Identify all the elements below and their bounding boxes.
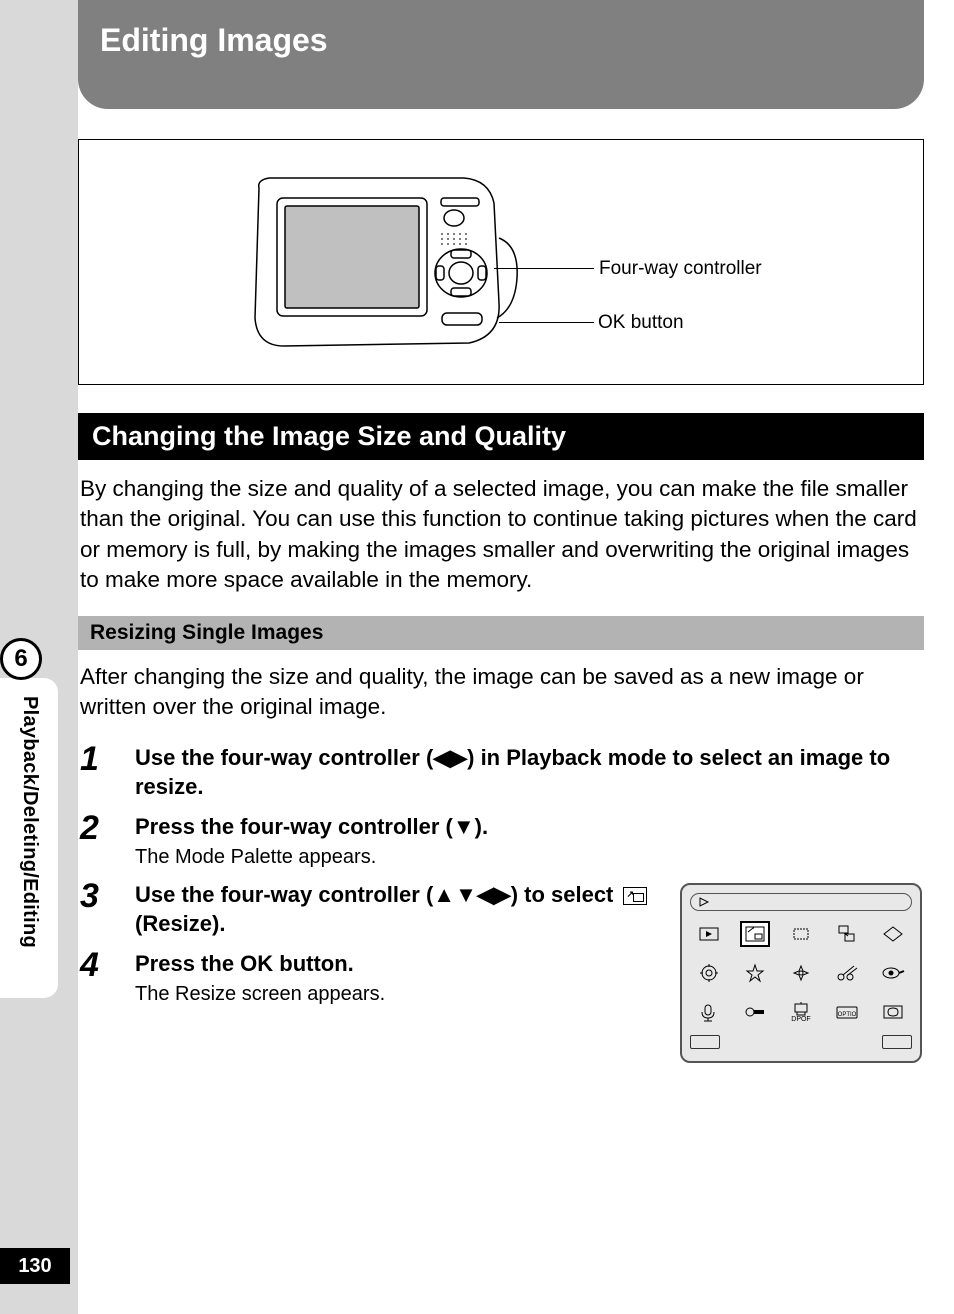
- left-arrow-icon: ◀: [477, 882, 494, 907]
- callout-fourway-controller: Four-way controller: [599, 258, 762, 280]
- right-arrow-icon: ▶: [494, 882, 511, 907]
- palette-voice-memo-icon: [694, 999, 724, 1025]
- page-number-box: 130: [0, 1248, 70, 1284]
- palette-startup-icon: OPTIO: [832, 999, 862, 1025]
- step-2-title: Press the four-way controller (▼).: [135, 813, 922, 842]
- palette-movie-edit-icon: [832, 960, 862, 986]
- step-number: 4: [80, 948, 135, 982]
- svg-text:OPTIO: OPTIO: [838, 1012, 857, 1018]
- palette-resize-icon-selected: [740, 921, 770, 947]
- palette-bottom-bar: [690, 1035, 912, 1049]
- camera-diagram-box: Four-way controller OK button: [78, 139, 924, 385]
- chapter-number: 6: [14, 645, 27, 673]
- palette-redeye-icon: [878, 960, 908, 986]
- step-3: 3 Use the four-way controller (▲▼◀▶) to …: [80, 879, 660, 938]
- up-arrow-icon: ▲: [433, 882, 455, 907]
- chapter-title-banner: Editing Images: [78, 0, 924, 109]
- down-arrow-icon: ▼: [455, 882, 477, 907]
- palette-trimming-icon: [786, 921, 816, 947]
- sub-heading: Resizing Single Images: [90, 621, 323, 644]
- palette-copy-icon: [832, 921, 862, 947]
- section-heading-bar: Changing the Image Size and Quality: [78, 413, 924, 460]
- palette-bottom-right-box: [882, 1035, 912, 1049]
- side-tab-label: Playback/Deleting/Editing: [18, 696, 41, 948]
- step-number: 2: [80, 811, 135, 845]
- intro-paragraph: By changing the size and quality of a se…: [78, 474, 924, 596]
- step-4-desc: The Resize screen appears.: [135, 983, 660, 1006]
- callout-line-ok: [499, 322, 594, 323]
- step-4: 4 Press the OK button. The Resize screen…: [80, 948, 660, 1006]
- palette-brightness-icon: [786, 960, 816, 986]
- step-number: 3: [80, 879, 135, 913]
- down-arrow-icon: ▼: [453, 814, 475, 839]
- dpof-label: DPOF: [791, 1016, 810, 1023]
- step-1-title: Use the four-way controller (◀▶) in Play…: [135, 744, 922, 801]
- step-1: 1 Use the four-way controller (◀▶) in Pl…: [80, 742, 922, 801]
- step-number: 1: [80, 742, 135, 776]
- steps-list: 1 Use the four-way controller (◀▶) in Pl…: [78, 742, 924, 1063]
- step-3-title: Use the four-way controller (▲▼◀▶) to se…: [135, 881, 660, 938]
- callout-line-fourway: [494, 268, 594, 269]
- page-number: 130: [18, 1255, 51, 1278]
- sub-heading-bar: Resizing Single Images: [78, 616, 924, 650]
- left-arrow-icon: ◀: [433, 745, 450, 770]
- palette-dpof-icon: DPOF: [786, 999, 816, 1025]
- sub-intro-paragraph: After changing the size and quality, the…: [78, 662, 924, 723]
- palette-filter-icon: [694, 960, 724, 986]
- playback-icon: [697, 896, 711, 908]
- right-arrow-icon: ▶: [450, 745, 467, 770]
- palette-star-icon: [740, 960, 770, 986]
- palette-top-bar: [690, 893, 912, 911]
- page-content: Editing Images: [78, 0, 924, 1314]
- palette-protect-icon: [740, 999, 770, 1025]
- section-heading: Changing the Image Size and Quality: [92, 421, 566, 451]
- palette-slideshow-icon: [694, 921, 724, 947]
- palette-frame-icon: [878, 999, 908, 1025]
- palette-icon-grid: DPOF OPTIO: [690, 917, 912, 1029]
- mode-palette-screen: DPOF OPTIO: [680, 883, 922, 1063]
- step-2: 2 Press the four-way controller (▼). The…: [80, 811, 922, 869]
- camera-illustration: [229, 158, 529, 368]
- chapter-title: Editing Images: [100, 22, 328, 58]
- step-4-title: Press the OK button.: [135, 950, 660, 979]
- chapter-number-badge: 6: [0, 638, 42, 680]
- step-2-desc: The Mode Palette appears.: [135, 846, 922, 869]
- resize-icon: ↗: [623, 887, 647, 905]
- callout-ok-button: OK button: [598, 312, 684, 334]
- palette-bottom-left-box: [690, 1035, 720, 1049]
- palette-rotation-icon: [878, 921, 908, 947]
